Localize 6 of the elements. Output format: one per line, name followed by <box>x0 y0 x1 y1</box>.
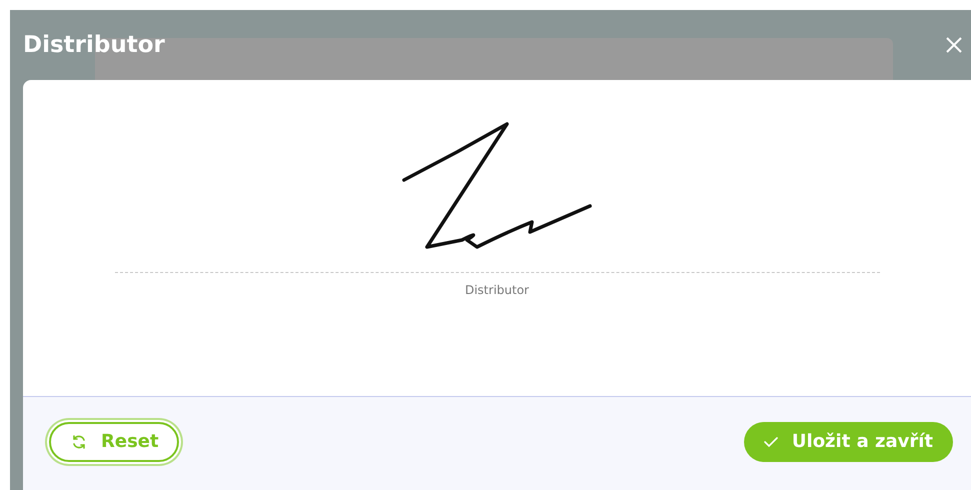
refresh-icon <box>71 434 87 450</box>
close-icon <box>946 37 962 53</box>
signature-label: Distributor <box>464 283 529 297</box>
check-icon <box>764 436 778 448</box>
save-button[interactable]: Uložit a zavřít <box>744 422 953 462</box>
dialog-title: Distributor <box>23 32 165 58</box>
